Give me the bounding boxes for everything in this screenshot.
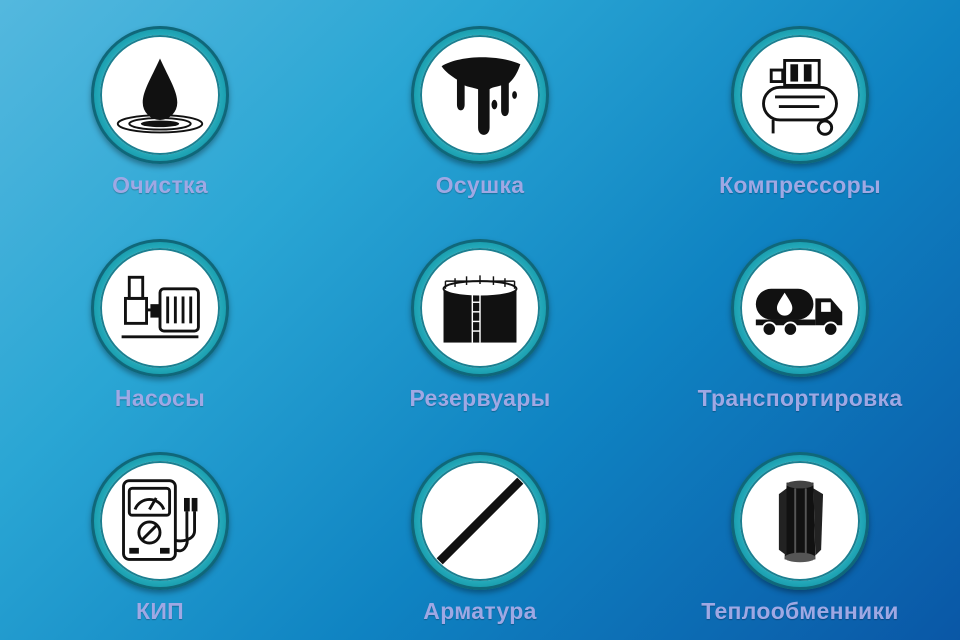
category-label: Транспортировка [697,385,903,411]
icon-disc [100,248,220,368]
category-tile-cleaning[interactable]: Очистка [0,0,320,213]
icon-disc [100,461,220,581]
icon-disc [420,35,540,155]
category-tile-transport[interactable]: Транспортировка [640,213,960,426]
category-label: Очистка [112,172,208,198]
icon-ring [91,26,229,164]
category-label: Осушка [435,172,525,198]
icon-ring [411,26,549,164]
category-tile-fittings[interactable]: Арматура [320,426,640,640]
icon-disc [740,248,860,368]
category-label: Компрессоры [719,172,881,198]
category-tile-instruments[interactable]: КИП [0,426,320,640]
icon-disc [420,248,540,368]
icon-ring [411,239,549,377]
icon-ring [91,239,229,377]
water-pump-icon [121,275,200,339]
category-tile-tanks[interactable]: Резервуары [320,213,640,426]
oil-drip-icon [441,57,521,135]
category-label: Насосы [114,385,206,411]
air-compressor-icon [762,59,838,136]
water-drop-icon [116,58,204,134]
category-grid: Очистка Осушка Компрессоры Насосы Резерв… [0,0,960,640]
icon-ring [91,452,229,590]
heat-exchanger-icon [778,480,824,563]
category-tile-drying[interactable]: Осушка [320,0,640,213]
icon-disc [420,461,540,581]
category-label: Резервуары [409,385,551,411]
category-label: Теплообменники [701,598,899,624]
icon-disc [740,35,860,155]
category-label: КИП [135,598,184,624]
gauge-meter-icon [122,479,198,561]
icon-ring [411,452,549,590]
category-tile-pumps[interactable]: Насосы [0,213,320,426]
pipe-rod-icon [436,477,524,565]
category-label: Арматура [423,598,537,624]
icon-ring [731,239,869,377]
icon-disc [100,35,220,155]
icon-ring [731,452,869,590]
category-tile-heat-exchangers[interactable]: Теплообменники [640,426,960,640]
category-tile-compressors[interactable]: Компрессоры [640,0,960,213]
icon-disc [740,461,860,581]
tanker-truck-icon [755,288,843,337]
icon-ring [731,26,869,164]
storage-tank-icon [442,275,518,343]
